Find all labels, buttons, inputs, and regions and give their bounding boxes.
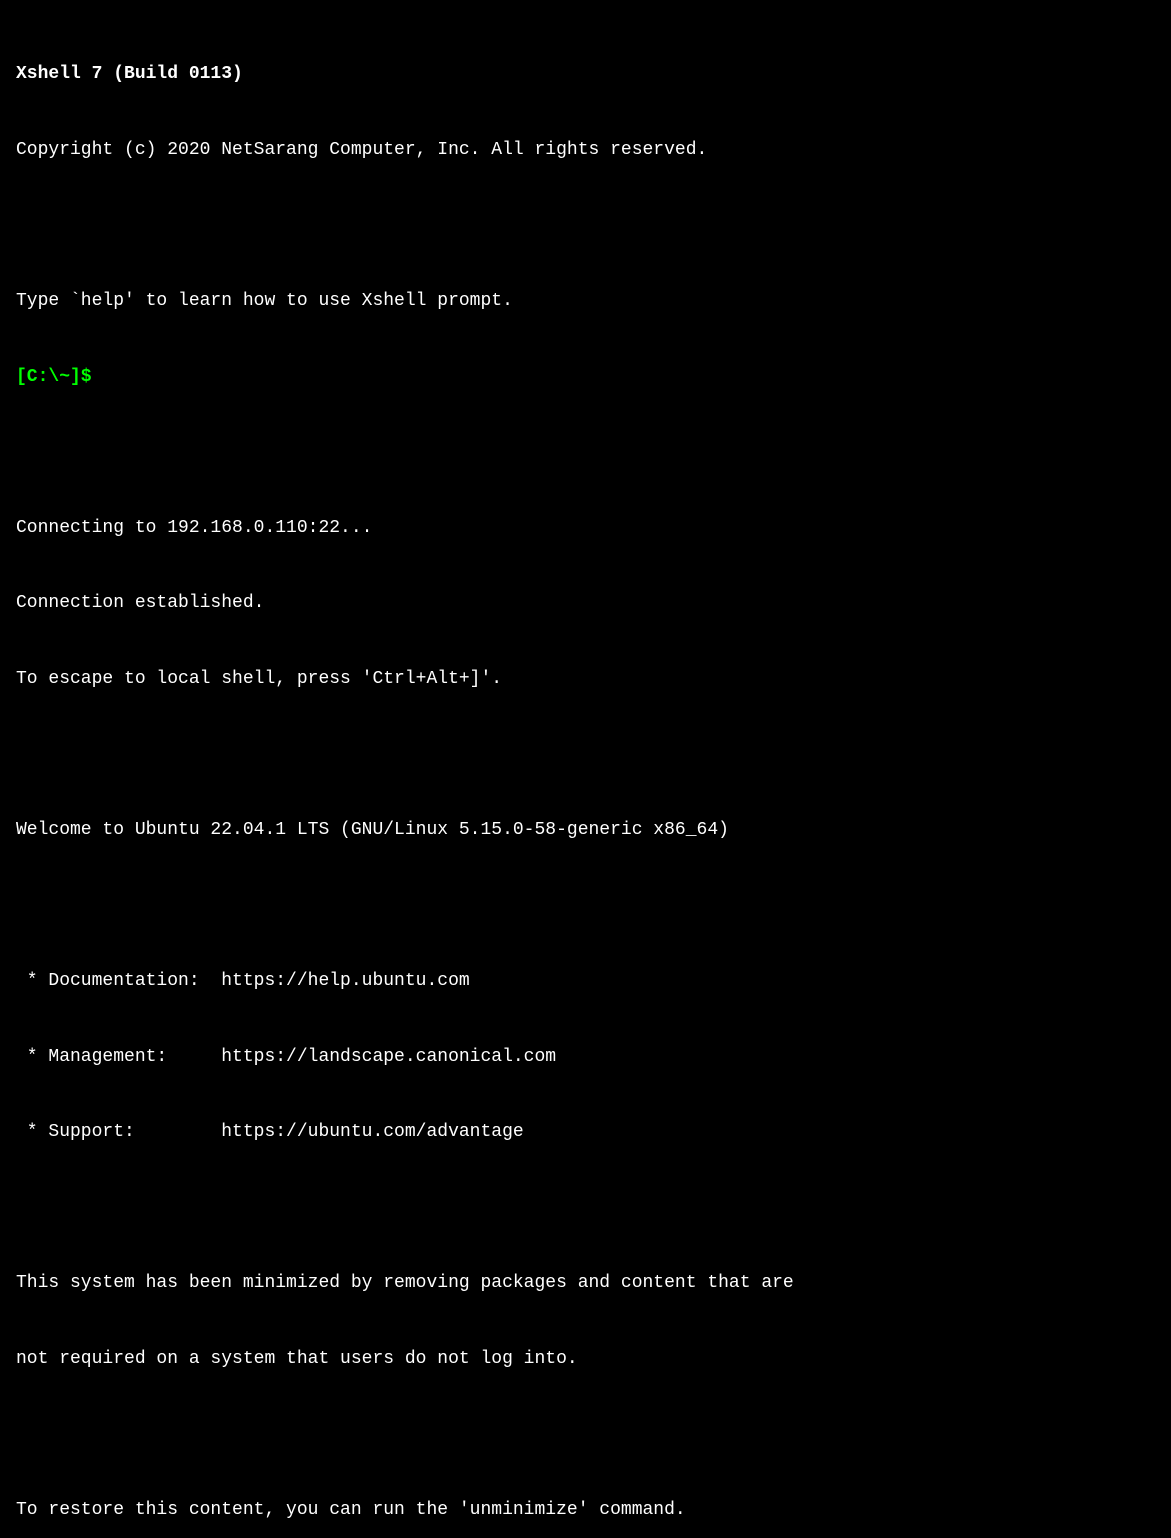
line-empty4 (16, 894, 1155, 919)
line-support: * Support: https://ubuntu.com/advantage (16, 1120, 1155, 1145)
line-empty3 (16, 742, 1155, 767)
line-established: Connection established. (16, 591, 1155, 616)
line-empty2 (16, 440, 1155, 465)
line-empty1 (16, 214, 1155, 239)
line-minimized1: This system has been minimized by removi… (16, 1271, 1155, 1296)
line-empty6 (16, 1423, 1155, 1448)
line-title: Xshell 7 (Build 0113) (16, 62, 1155, 87)
line-escape: To escape to local shell, press 'Ctrl+Al… (16, 667, 1155, 692)
line-empty5 (16, 1196, 1155, 1221)
terminal-window: Xshell 7 (Build 0113) Copyright (c) 2020… (0, 0, 1171, 769)
line-minimized2: not required on a system that users do n… (16, 1347, 1155, 1372)
line-connecting: Connecting to 192.168.0.110:22... (16, 516, 1155, 541)
line-help: Type `help' to learn how to use Xshell p… (16, 289, 1155, 314)
line-mgmt: * Management: https://landscape.canonica… (16, 1045, 1155, 1070)
line-welcome: Welcome to Ubuntu 22.04.1 LTS (GNU/Linux… (16, 818, 1155, 843)
line-restore: To restore this content, you can run the… (16, 1498, 1155, 1523)
line-prompt1: [C:\~]$ (16, 365, 1155, 390)
line-copyright: Copyright (c) 2020 NetSarang Computer, I… (16, 138, 1155, 163)
line-doc: * Documentation: https://help.ubuntu.com (16, 969, 1155, 994)
